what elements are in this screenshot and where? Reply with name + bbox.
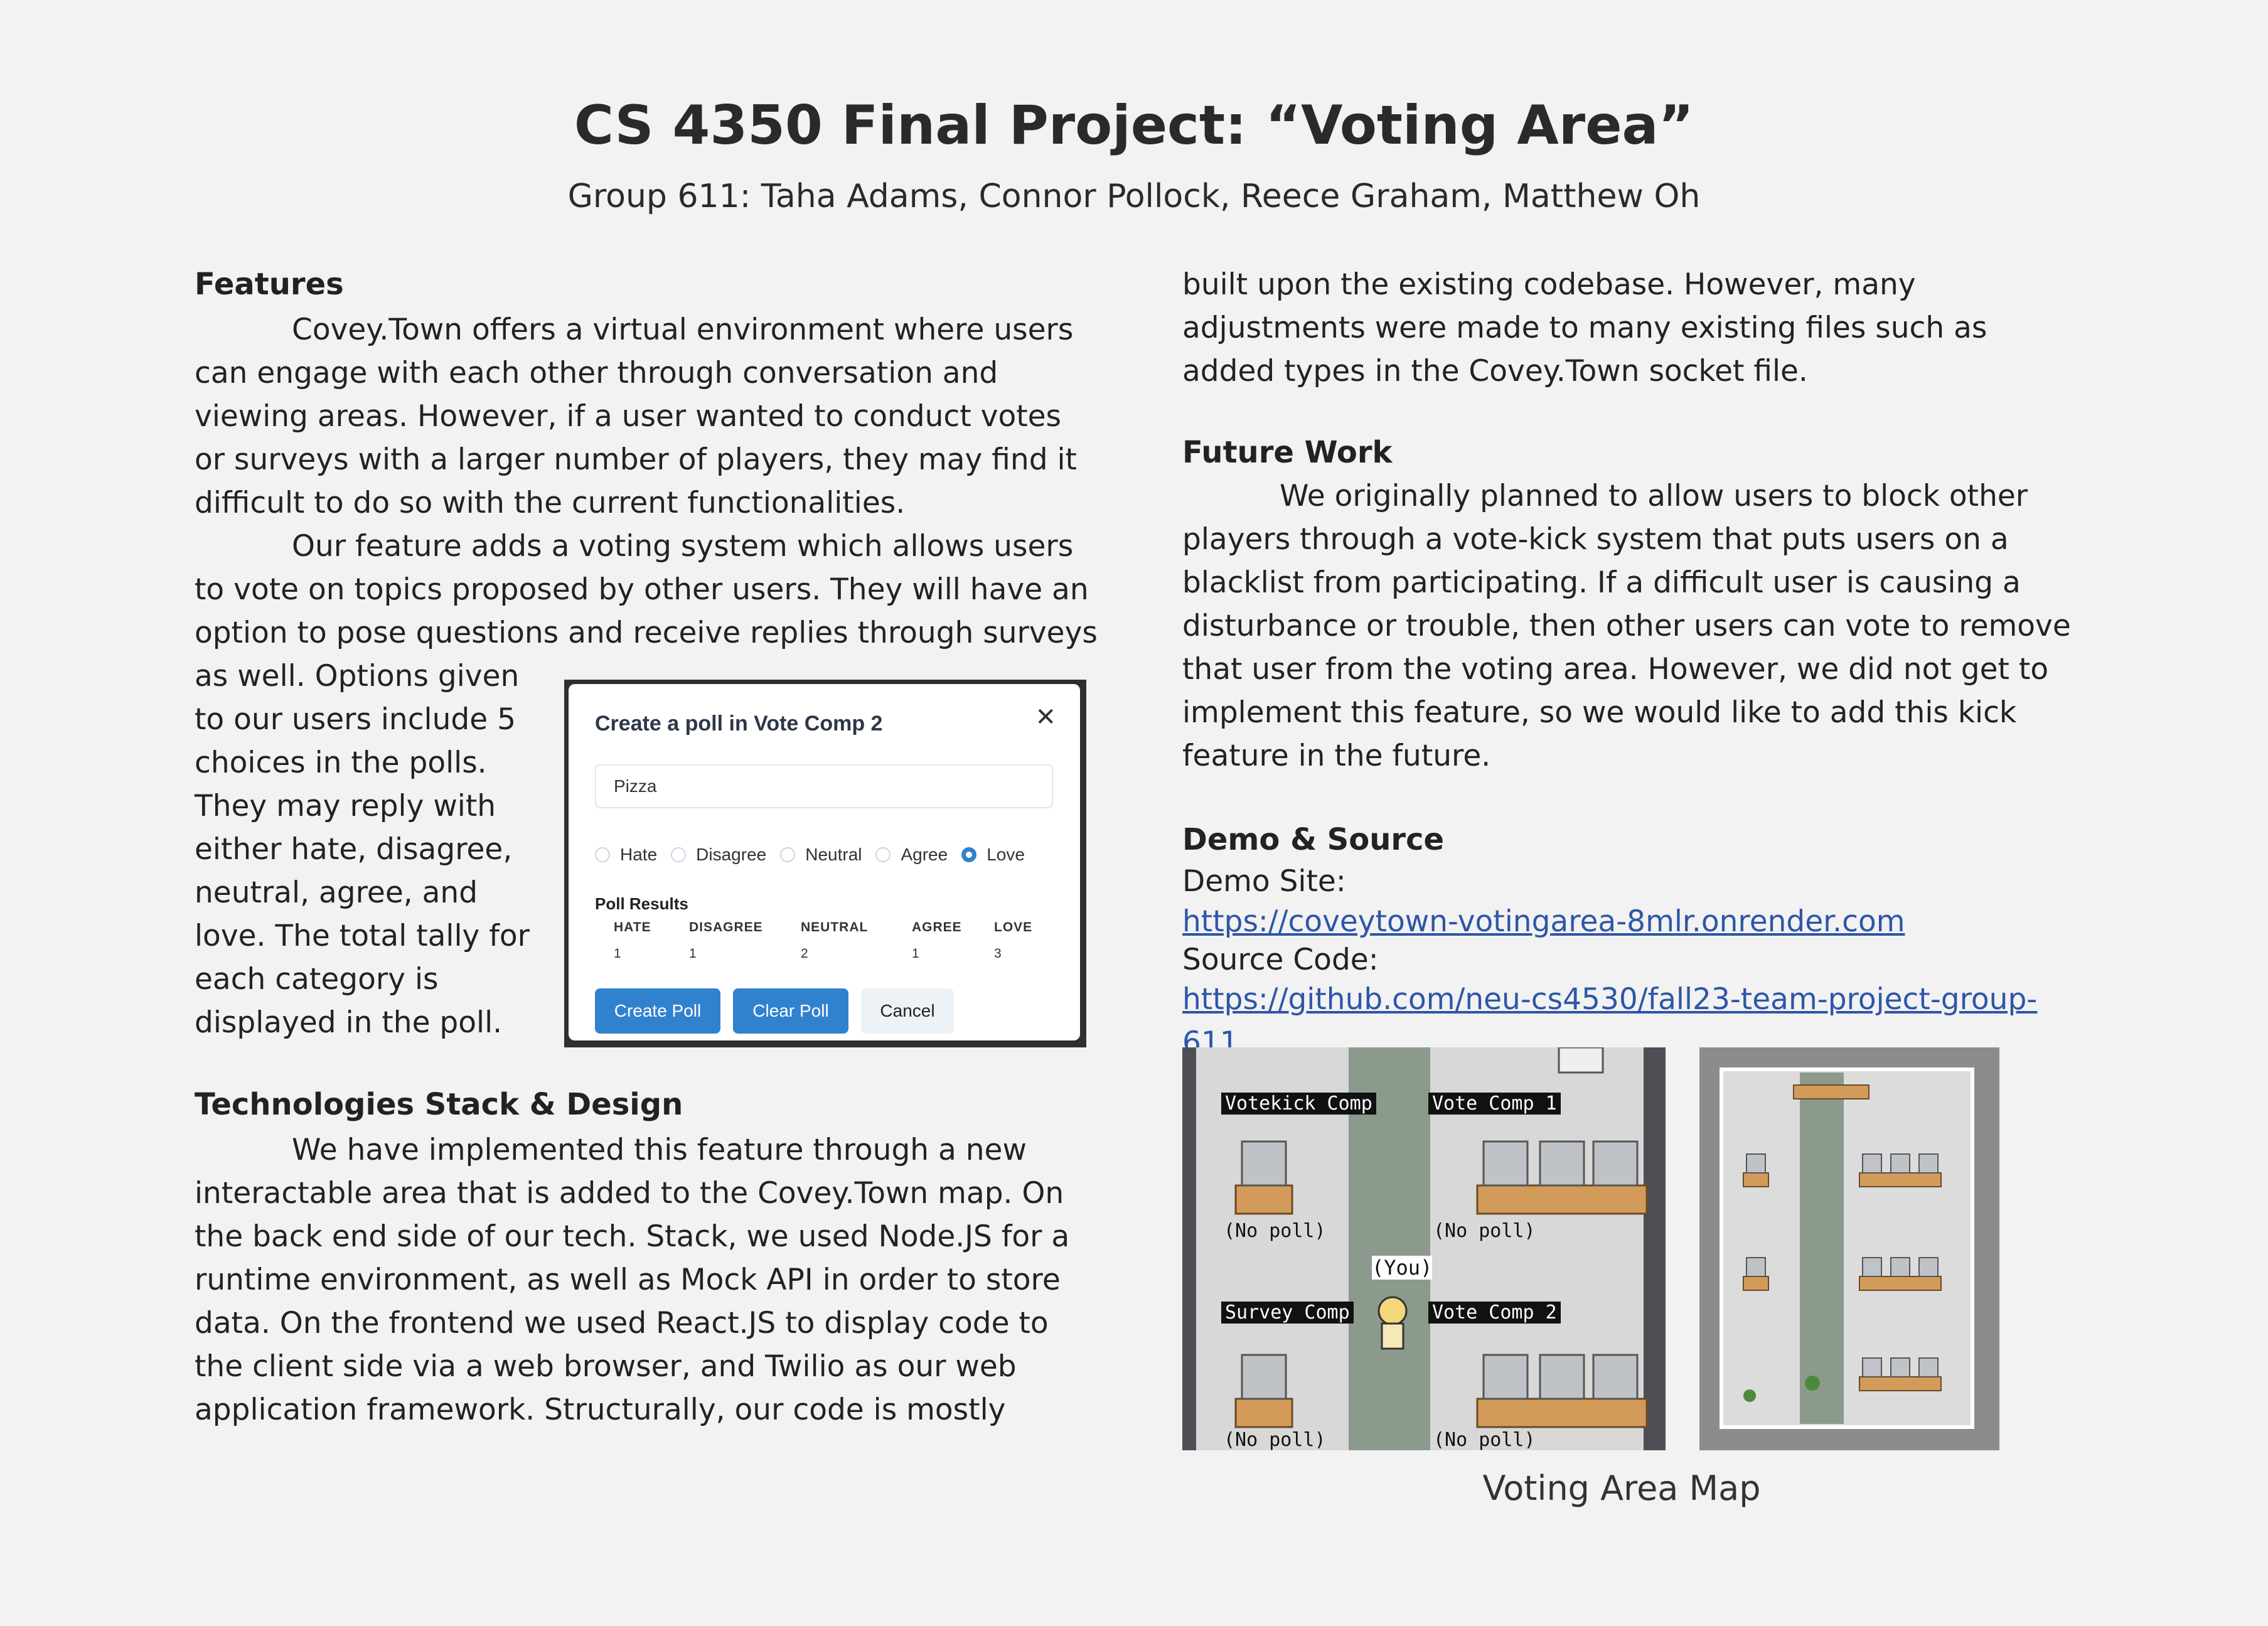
no-poll-label: (No poll)	[1433, 1429, 1536, 1450]
no-poll-label: (No poll)	[1224, 1220, 1326, 1242]
results-value: 1	[614, 946, 621, 961]
clear-poll-button[interactable]: Clear Poll	[733, 988, 848, 1034]
option-disagree-radio[interactable]: Disagree	[671, 845, 766, 865]
option-agree-radio[interactable]: Agree	[875, 845, 948, 865]
option-hate-radio[interactable]: Hate	[595, 845, 657, 865]
close-icon[interactable]: ✕	[1035, 703, 1056, 732]
radio-icon	[875, 847, 891, 862]
cancel-button[interactable]: Cancel	[861, 988, 954, 1034]
future-work-paragraph: We originally planned to allow users to …	[1182, 479, 2071, 773]
results-value: 1	[912, 946, 919, 961]
features-heading: Features	[195, 267, 344, 302]
radio-icon	[595, 847, 610, 862]
radio-icon	[780, 847, 796, 862]
results-column: NEUTRAL 2	[801, 920, 869, 961]
poll-results-label: Poll Results	[595, 894, 688, 913]
area-label-votekick: Votekick Comp	[1221, 1093, 1376, 1115]
voting-area-map-closeup: Votekick Comp Vote Comp 1 (No poll) (No …	[1182, 1047, 1666, 1450]
features-paragraph-2-continued: as well. Options given to our users incl…	[195, 659, 530, 1040]
results-value: 3	[994, 946, 1002, 961]
voting-area-map-overview	[1699, 1047, 1999, 1450]
option-neutral-radio[interactable]: Neutral	[780, 845, 862, 865]
create-poll-dialog: Create a poll in Vote Comp 2 ✕ Hate Disa…	[569, 684, 1080, 1040]
results-header: DISAGREE	[689, 920, 763, 934]
source-code-label: Source Code:	[1182, 943, 1379, 977]
results-column: AGREE 1	[912, 920, 962, 961]
results-header: LOVE	[994, 920, 1033, 934]
future-work-heading: Future Work	[1182, 435, 1393, 470]
demo-site-label: Demo Site:	[1182, 864, 1346, 899]
demo-site-link[interactable]: https://coveytown-votingarea-8mlr.onrend…	[1182, 904, 1905, 939]
results-header: NEUTRAL	[801, 920, 869, 934]
area-label-vote-comp-1: Vote Comp 1	[1428, 1093, 1561, 1115]
tech-paragraph: We have implemented this feature through…	[195, 1133, 1070, 1427]
map-caption: Voting Area Map	[1482, 1468, 1761, 1508]
demo-site-link-wrap: https://coveytown-votingarea-8mlr.onrend…	[1182, 900, 2086, 943]
tech-heading: Technologies Stack & Design	[195, 1087, 683, 1122]
poster-subtitle: Group 611: Taha Adams, Connor Pollock, R…	[567, 178, 1701, 215]
tech-paragraph-continued: built upon the existing codebase. Howeve…	[1182, 267, 1987, 388]
poll-options: Hate Disagree Neutral Agree Love	[595, 845, 1039, 865]
radio-icon	[671, 847, 687, 862]
demo-source-heading: Demo & Source	[1182, 822, 1445, 857]
no-poll-label: (No poll)	[1433, 1220, 1536, 1242]
no-poll-label: (No poll)	[1224, 1429, 1326, 1450]
area-label-vote-comp-2: Vote Comp 2	[1428, 1302, 1561, 1324]
results-header: AGREE	[912, 920, 962, 934]
results-column: HATE 1	[614, 920, 651, 961]
features-paragraph-2: Our feature adds a voting system which a…	[195, 529, 1098, 650]
poll-question-input[interactable]	[595, 764, 1053, 808]
player-label: (You)	[1372, 1256, 1433, 1280]
results-column: DISAGREE 1	[689, 920, 763, 961]
features-paragraph-1: Covey.Town offers a virtual environment …	[195, 313, 1077, 520]
radio-checked-icon	[961, 847, 977, 862]
map-overview-graphic	[1699, 1047, 1999, 1450]
create-poll-button[interactable]: Create Poll	[595, 988, 720, 1034]
results-header: HATE	[614, 920, 651, 934]
results-value: 2	[801, 946, 808, 961]
dialog-title: Create a poll in Vote Comp 2	[595, 712, 883, 735]
poster-title: CS 4350 Final Project: “Voting Area”	[574, 94, 1694, 157]
results-value: 1	[689, 946, 697, 961]
area-label-survey-comp: Survey Comp	[1221, 1302, 1354, 1324]
option-love-radio[interactable]: Love	[961, 845, 1025, 865]
results-column: LOVE 3	[994, 920, 1033, 961]
